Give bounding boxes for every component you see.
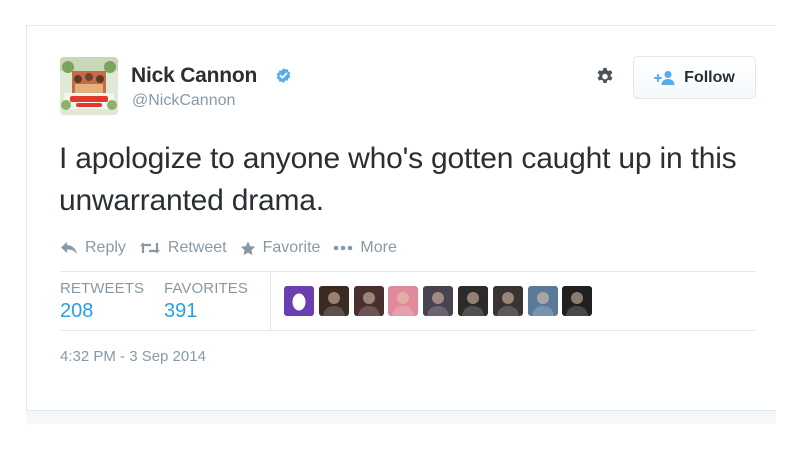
tweet-text: I apologize to anyone who's gotten caugh… bbox=[59, 142, 737, 217]
follow-label: Follow bbox=[684, 68, 735, 86]
person-photo-icon bbox=[566, 292, 589, 316]
reply-icon bbox=[61, 242, 77, 254]
egg-icon bbox=[292, 293, 306, 311]
stats-bottom-divider bbox=[60, 330, 756, 331]
person-photo-icon bbox=[357, 292, 380, 316]
favoriter-avatar[interactable] bbox=[492, 286, 523, 316]
favoriter-avatar[interactable] bbox=[562, 286, 593, 316]
more-label: More bbox=[360, 239, 397, 256]
star-icon bbox=[240, 241, 255, 255]
favorite-label: Favorite bbox=[262, 239, 321, 256]
person-photo-icon bbox=[496, 292, 519, 316]
retweets-count[interactable]: 208 bbox=[60, 300, 93, 323]
favoriters-avatars bbox=[284, 286, 597, 316]
author-avatar[interactable] bbox=[60, 57, 118, 115]
tweet-timestamp[interactable]: 4:32 PM - 3 Sep 2014 bbox=[60, 348, 206, 365]
add-user-icon bbox=[654, 70, 675, 85]
favoriter-avatar[interactable] bbox=[388, 286, 419, 316]
favorites-label: FAVORITES bbox=[164, 280, 248, 297]
more-button[interactable]: More bbox=[333, 239, 397, 257]
favoriter-avatar[interactable] bbox=[318, 286, 349, 316]
person-photo-icon bbox=[531, 292, 554, 316]
favoriter-avatar[interactable] bbox=[457, 286, 488, 316]
verified-badge-icon bbox=[276, 68, 291, 83]
tweet-actions: Reply Retweet Favorite More bbox=[60, 237, 410, 259]
retweet-label: Retweet bbox=[167, 239, 227, 256]
favoriter-avatar[interactable] bbox=[353, 286, 384, 316]
person-photo-icon bbox=[427, 292, 450, 316]
retweet-button[interactable]: Retweet bbox=[139, 239, 227, 257]
favorite-button[interactable]: Favorite bbox=[240, 239, 321, 257]
retweet-icon bbox=[139, 242, 160, 254]
more-dots-icon bbox=[334, 245, 353, 251]
favoriter-avatar[interactable] bbox=[284, 286, 314, 316]
retweets-label: RETWEETS bbox=[60, 280, 145, 297]
favoriter-avatar[interactable] bbox=[527, 286, 558, 316]
person-photo-icon bbox=[322, 292, 345, 316]
author-handle[interactable]: @NickCannon bbox=[132, 92, 235, 110]
person-photo-icon bbox=[392, 292, 415, 316]
favoriter-avatar[interactable] bbox=[423, 286, 454, 316]
stats-vertical-divider bbox=[270, 272, 271, 330]
stats-top-divider bbox=[60, 271, 756, 272]
tweet-card-footer bbox=[26, 410, 776, 424]
author-name[interactable]: Nick Cannon bbox=[131, 64, 257, 88]
follow-button[interactable]: Follow bbox=[633, 56, 756, 99]
person-photo-icon bbox=[461, 292, 484, 316]
reply-button[interactable]: Reply bbox=[60, 239, 126, 257]
favorites-count[interactable]: 391 bbox=[164, 300, 197, 323]
reply-label: Reply bbox=[85, 239, 126, 256]
gear-icon[interactable] bbox=[594, 66, 616, 88]
school-dance-poster-icon bbox=[60, 57, 118, 115]
